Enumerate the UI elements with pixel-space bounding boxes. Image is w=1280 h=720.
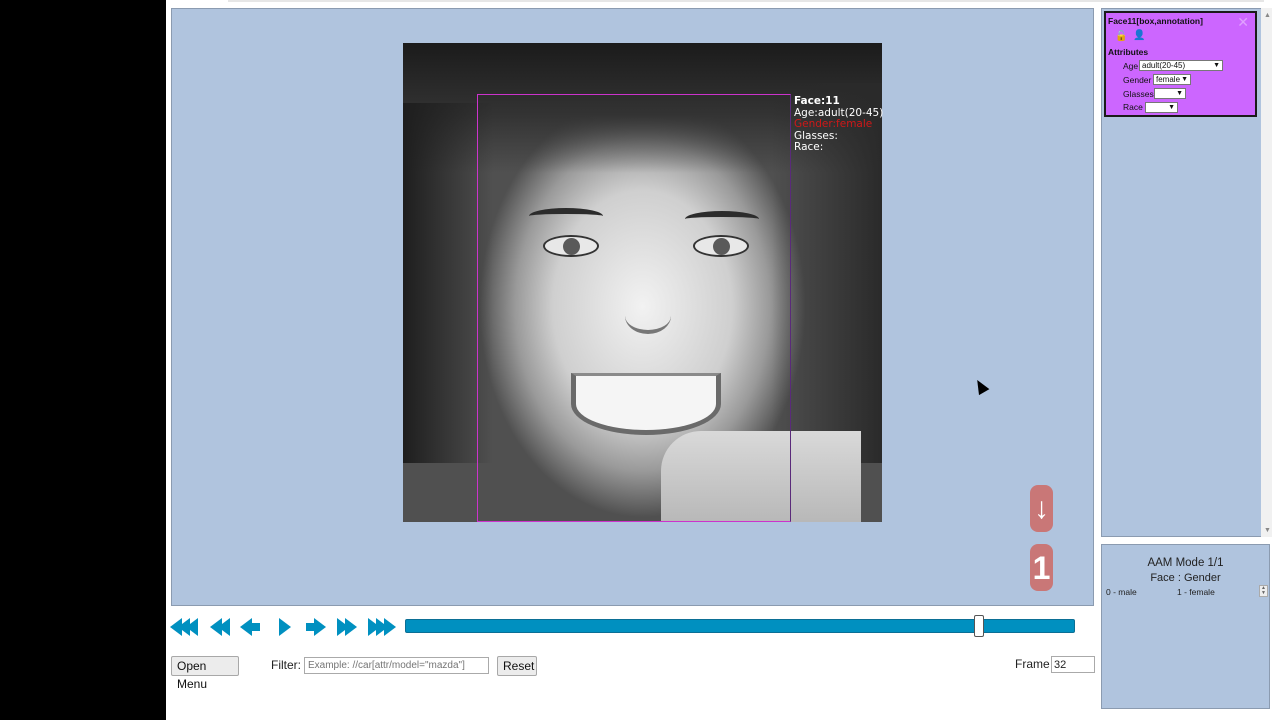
age-label: Age [1123,61,1139,71]
step-forward-icon [337,618,357,636]
race-select[interactable]: ▼ [1145,102,1178,113]
fast-forward-button[interactable] [368,613,396,641]
chevron-down-icon: ▼ [1213,62,1220,69]
step-forward-button[interactable] [336,613,358,641]
box-race-line: Race: [794,141,824,153]
next-frame-icon [306,618,326,636]
fast-backward-icon [170,618,198,636]
aam-option-male[interactable]: 0 - male [1106,587,1137,597]
frame-number-input[interactable] [1051,656,1095,673]
face-bounding-box[interactable] [477,94,791,522]
aam-spinner-icon[interactable]: ▲ ▼ [1259,585,1268,597]
race-label: Race [1123,102,1143,112]
reset-button[interactable]: Reset [497,656,537,676]
user-icon[interactable]: 👤 [1133,30,1145,41]
lock-icon[interactable]: 🔓 [1115,31,1127,42]
attributes-heading: Attributes [1108,47,1149,57]
annotation-canvas[interactable]: Face:11 Age:adult(20-45) Gender:female G… [171,8,1094,606]
filter-label: Filter: [271,658,301,672]
aam-panel: AAM Mode 1/1 Face : Gender 0 - male 1 - … [1101,544,1270,709]
previous-frame-button[interactable] [239,613,261,641]
glasses-label: Glasses [1123,89,1154,99]
step-backward-button[interactable] [209,613,231,641]
filter-input[interactable] [304,657,489,674]
scroll-down-icon[interactable]: ▼ [1264,527,1271,534]
object-list-scrollbar[interactable]: ▲ ▼ [1261,8,1272,537]
box-gender-line: Gender:female [794,118,873,130]
down-arrow-button[interactable]: ↓ [1030,485,1053,532]
chevron-down-icon: ▼ [1168,104,1175,111]
aam-option-female[interactable]: 1 - female [1177,587,1215,597]
age-select[interactable]: adult(20-45) ▼ [1139,60,1223,71]
number-button[interactable]: 1 [1030,544,1053,591]
scroll-up-icon[interactable]: ▲ [1264,12,1271,19]
age-select-value: adult(20-45) [1142,61,1186,70]
bounding-box-label: Face:11 Age:adult(20-45) Gender:female G… [794,95,883,154]
step-backward-icon [210,618,230,636]
gender-label: Gender [1123,75,1152,85]
top-strip [166,0,1280,8]
gender-select-value: female [1156,75,1181,84]
next-frame-button[interactable] [305,613,327,641]
left-black-panel [0,0,166,720]
chevron-down-icon: ▼ [1176,90,1183,97]
close-icon[interactable]: ✕ [1237,14,1249,31]
box-object-title: Face:11 [794,95,840,107]
object-card-title: Face11[box,annotation] [1108,16,1203,26]
play-button[interactable] [277,613,293,641]
previous-frame-icon [240,618,260,636]
frame-slider-thumb[interactable] [974,615,984,637]
fast-backward-button[interactable] [170,613,198,641]
aam-subtitle: Face : Gender [1150,572,1221,584]
fast-forward-icon [368,618,396,636]
aam-mode-title: AAM Mode 1/1 [1147,557,1224,569]
frame-label: Frame [1015,657,1050,671]
gender-select[interactable]: female ▼ [1153,74,1191,85]
glasses-select[interactable]: ▼ [1154,88,1186,99]
object-card[interactable]: Face11[box,annotation] ✕ 🔓 👤 Attributes … [1104,11,1257,117]
open-menu-button[interactable]: Open Menu [171,656,239,691]
play-icon [279,618,291,636]
chevron-down-icon: ▼ [1181,76,1188,83]
